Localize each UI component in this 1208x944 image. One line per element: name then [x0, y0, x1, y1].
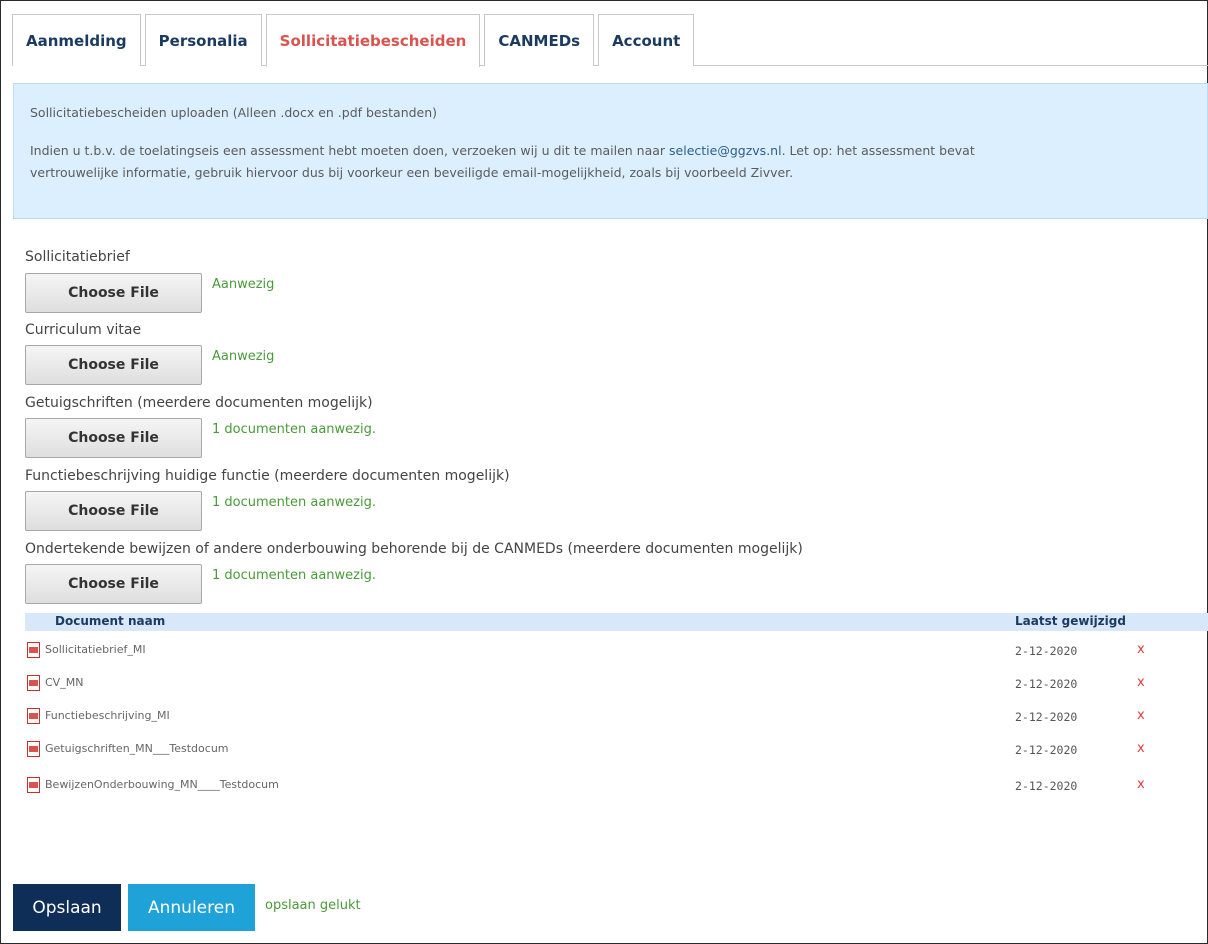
label-sollicitatiebrief: Sollicitatiebrief — [25, 249, 130, 265]
choose-file-curriculum-vitae[interactable]: Choose File — [25, 345, 202, 385]
choose-file-functiebeschrijving[interactable]: Choose File — [25, 491, 202, 531]
column-document-naam: Document naam — [55, 614, 166, 628]
table-row: Sollicitatiebrief_MI 2-12-2020 x — [25, 640, 1208, 664]
table-row: Getuigschriften_MN___Testdocum 2-12-2020… — [25, 739, 1208, 763]
document-name-link[interactable]: Functiebeschrijving_MI — [45, 709, 170, 722]
info-upload-hint: Sollicitatiebescheiden uploaden (Alleen … — [30, 105, 438, 120]
delete-icon[interactable]: x — [1137, 675, 1145, 690]
pdf-icon — [27, 708, 40, 724]
delete-icon[interactable]: x — [1137, 642, 1145, 657]
status-bewijzen-canmeds: 1 documenten aanwezig. — [212, 568, 376, 583]
info-assessment-post: . Let op: het assessment bevat — [781, 143, 975, 158]
label-getuigschriften: Getuigschriften (meerdere documenten mog… — [25, 395, 373, 411]
document-date: 2-12-2020 — [1015, 710, 1078, 724]
info-confidential-text: vertrouwelijke informatie, gebruik hierv… — [30, 165, 794, 180]
info-box: Sollicitatiebescheiden uploaden (Alleen … — [13, 83, 1208, 219]
column-laatst-gewijzigd: Laatst gewijzigd — [1015, 614, 1126, 628]
save-button[interactable]: Opslaan — [13, 884, 121, 931]
pdf-icon — [27, 675, 40, 691]
table-row: CV_MN 2-12-2020 x — [25, 673, 1208, 697]
tab-account[interactable]: Account — [598, 14, 695, 66]
delete-icon[interactable]: x — [1137, 741, 1145, 756]
table-row: BewijzenOnderbouwing_MN____Testdocum 2-1… — [25, 775, 1208, 799]
label-functiebeschrijving: Functiebeschrijving huidige functie (mee… — [25, 468, 510, 484]
delete-icon[interactable]: x — [1137, 708, 1145, 723]
document-name-link[interactable]: Sollicitatiebrief_MI — [45, 643, 146, 656]
document-date: 2-12-2020 — [1015, 743, 1078, 757]
tab-sollicitatiebescheiden[interactable]: Sollicitatiebescheiden — [265, 14, 481, 67]
pdf-icon — [27, 777, 40, 793]
info-assessment-pre: Indien u t.b.v. de toelatingseis een ass… — [30, 143, 670, 158]
save-success-message: opslaan gelukt — [265, 898, 361, 913]
label-bewijzen-canmeds: Ondertekende bewijzen of andere onderbou… — [25, 541, 803, 557]
cancel-button[interactable]: Annuleren — [128, 884, 255, 931]
label-curriculum-vitae: Curriculum vitae — [25, 322, 142, 338]
email-link[interactable]: selectie@ggzvs.nl — [669, 143, 782, 158]
document-date: 2-12-2020 — [1015, 779, 1078, 793]
choose-file-bewijzen-canmeds[interactable]: Choose File — [25, 564, 202, 604]
status-functiebeschrijving: 1 documenten aanwezig. — [212, 495, 376, 510]
document-date: 2-12-2020 — [1015, 644, 1078, 658]
document-name-link[interactable]: BewijzenOnderbouwing_MN____Testdocum — [45, 778, 279, 791]
documents-table-header: Document naam Laatst gewijzigd — [25, 613, 1208, 631]
delete-icon[interactable]: x — [1137, 777, 1145, 792]
table-row: Functiebeschrijving_MI 2-12-2020 x — [25, 706, 1208, 730]
info-assessment-text: Indien u t.b.v. de toelatingseis een ass… — [30, 140, 1191, 162]
tab-aanmelding[interactable]: Aanmelding — [12, 14, 141, 66]
pdf-icon — [27, 741, 40, 757]
tab-bar: Aanmelding Personalia Sollicitatiebesche… — [12, 14, 698, 67]
tab-personalia[interactable]: Personalia — [144, 14, 262, 66]
document-name-link[interactable]: Getuigschriften_MN___Testdocum — [45, 742, 229, 755]
tab-canmeds[interactable]: CANMEDs — [484, 14, 595, 66]
document-date: 2-12-2020 — [1015, 677, 1078, 691]
status-curriculum-vitae: Aanwezig — [212, 349, 275, 364]
status-sollicitatiebrief: Aanwezig — [212, 277, 275, 292]
choose-file-getuigschriften[interactable]: Choose File — [25, 418, 202, 458]
document-name-link[interactable]: CV_MN — [45, 676, 83, 689]
status-getuigschriften: 1 documenten aanwezig. — [212, 422, 376, 437]
pdf-icon — [27, 642, 40, 658]
choose-file-sollicitatiebrief[interactable]: Choose File — [25, 273, 202, 313]
